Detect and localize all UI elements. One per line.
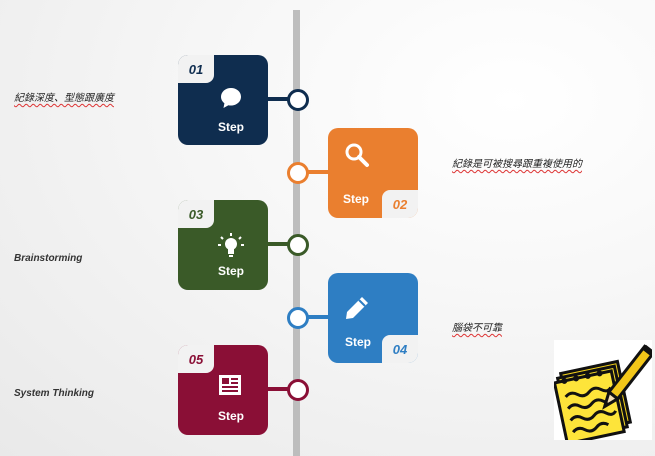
step-04-note: 腦袋不可靠 (452, 323, 502, 334)
step-02-node (287, 162, 309, 184)
step-05-label: Step (218, 409, 245, 423)
step-03-node (287, 234, 309, 256)
step-05-node (287, 379, 309, 401)
step-04-card[interactable]: 04 Step (328, 273, 418, 363)
step-02-number: 02 (382, 190, 418, 218)
speech-bubble-icon (218, 85, 244, 111)
step-04-label: Step (345, 335, 372, 349)
step-03-note: Brainstorming (14, 253, 83, 264)
step-05-number: 05 (178, 345, 214, 373)
step-01-node (287, 89, 309, 111)
step-01-card[interactable]: 01 Step (178, 55, 268, 145)
pencil-icon (344, 295, 370, 321)
step-05-note: System Thinking (14, 388, 95, 399)
step-03-number: 03 (178, 200, 214, 228)
step-02-card[interactable]: 02 Step (328, 128, 418, 218)
step-05-connector (268, 387, 288, 391)
step-02-label: Step (343, 192, 370, 206)
step-01-label: Step (218, 120, 245, 134)
newspaper-icon (218, 372, 244, 398)
step-04-node (287, 307, 309, 329)
magnifier-icon (344, 142, 370, 168)
notepad-pencil-icon (552, 340, 655, 446)
step-02-note: 紀錄是可被搜尋跟重複使用的 (452, 159, 582, 170)
step-01-note: 紀錄深度、型態跟廣度 (14, 93, 114, 104)
step-04-number: 04 (382, 335, 418, 363)
step-01-number: 01 (178, 55, 214, 83)
step-03-label: Step (218, 264, 245, 278)
step-03-connector (268, 242, 288, 246)
step-03-card[interactable]: 03 Step (178, 200, 268, 290)
lightbulb-icon (218, 232, 244, 258)
step-01-connector (268, 97, 288, 101)
step-05-card[interactable]: 05 Step (178, 345, 268, 435)
